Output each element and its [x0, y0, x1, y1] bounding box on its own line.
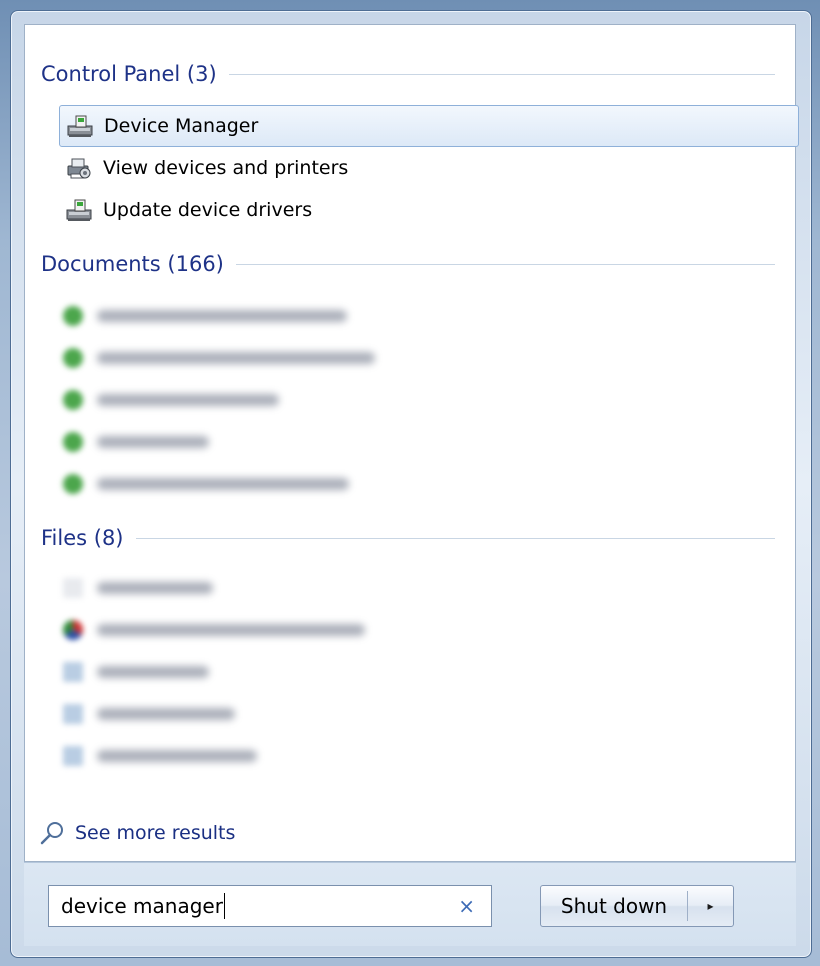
- search-input-value: device manager: [61, 894, 223, 918]
- redacted-text: [97, 310, 347, 322]
- device-manager-icon: [65, 197, 99, 223]
- section-title: Documents (166): [41, 252, 224, 276]
- file-icon: [63, 662, 83, 682]
- redacted-text: [97, 708, 235, 720]
- document-icon: [63, 306, 83, 326]
- file-icon: [63, 578, 83, 598]
- search-results-panel: Control Panel (3) Device Manager View de…: [24, 24, 799, 862]
- text-caret: [223, 893, 225, 919]
- see-more-label: See more results: [75, 822, 236, 844]
- section-header-files[interactable]: Files (8): [41, 523, 775, 553]
- document-icon: [63, 474, 83, 494]
- section-header-control-panel[interactable]: Control Panel (3): [41, 59, 775, 89]
- result-device-manager[interactable]: Device Manager: [59, 105, 799, 147]
- redacted-text: [97, 582, 213, 594]
- section-divider: [235, 263, 775, 265]
- search-icon: [39, 820, 67, 846]
- file-icon: [63, 746, 83, 766]
- document-icon: [63, 432, 83, 452]
- result-view-devices-and-printers[interactable]: View devices and printers: [59, 147, 799, 189]
- section-header-documents[interactable]: Documents (166): [41, 249, 775, 279]
- blurred-document-row[interactable]: [63, 299, 803, 333]
- start-menu-bottom-bar: device manager × Shut down ▸: [24, 862, 796, 946]
- result-update-device-drivers[interactable]: Update device drivers: [59, 189, 799, 231]
- shutdown-options-arrow-icon[interactable]: ▸: [688, 899, 733, 913]
- shutdown-button-group: Shut down ▸: [540, 885, 734, 927]
- blurred-document-row[interactable]: [63, 467, 803, 501]
- image-file-icon: [63, 620, 83, 640]
- blurred-document-row[interactable]: [63, 341, 803, 375]
- section-divider: [135, 537, 775, 539]
- redacted-text: [97, 478, 349, 490]
- section-title: Files (8): [41, 526, 124, 550]
- redacted-text: [97, 666, 209, 678]
- clear-search-icon[interactable]: ×: [458, 894, 475, 918]
- blurred-file-row[interactable]: [63, 739, 803, 773]
- result-label: Update device drivers: [103, 199, 313, 221]
- redacted-text: [97, 352, 375, 364]
- section-divider: [228, 73, 775, 75]
- printer-icon: [65, 155, 99, 181]
- search-input[interactable]: device manager ×: [48, 885, 492, 927]
- document-icon: [63, 390, 83, 410]
- document-icon: [63, 348, 83, 368]
- redacted-text: [97, 750, 257, 762]
- blurred-file-row[interactable]: [63, 613, 803, 647]
- section-title: Control Panel (3): [41, 62, 217, 86]
- result-label: View devices and printers: [103, 157, 349, 179]
- redacted-text: [97, 394, 279, 406]
- device-manager-icon: [66, 113, 100, 139]
- blurred-file-row[interactable]: [63, 655, 803, 689]
- see-more-results-link[interactable]: See more results: [39, 818, 235, 848]
- blurred-document-row[interactable]: [63, 383, 803, 417]
- blurred-file-row[interactable]: [63, 697, 803, 731]
- file-icon: [63, 704, 83, 724]
- blurred-document-row[interactable]: [63, 425, 803, 459]
- result-label: Device Manager: [104, 115, 259, 137]
- shutdown-button[interactable]: Shut down: [541, 894, 687, 918]
- redacted-text: [97, 624, 365, 636]
- blurred-file-row[interactable]: [63, 571, 803, 605]
- redacted-text: [97, 436, 209, 448]
